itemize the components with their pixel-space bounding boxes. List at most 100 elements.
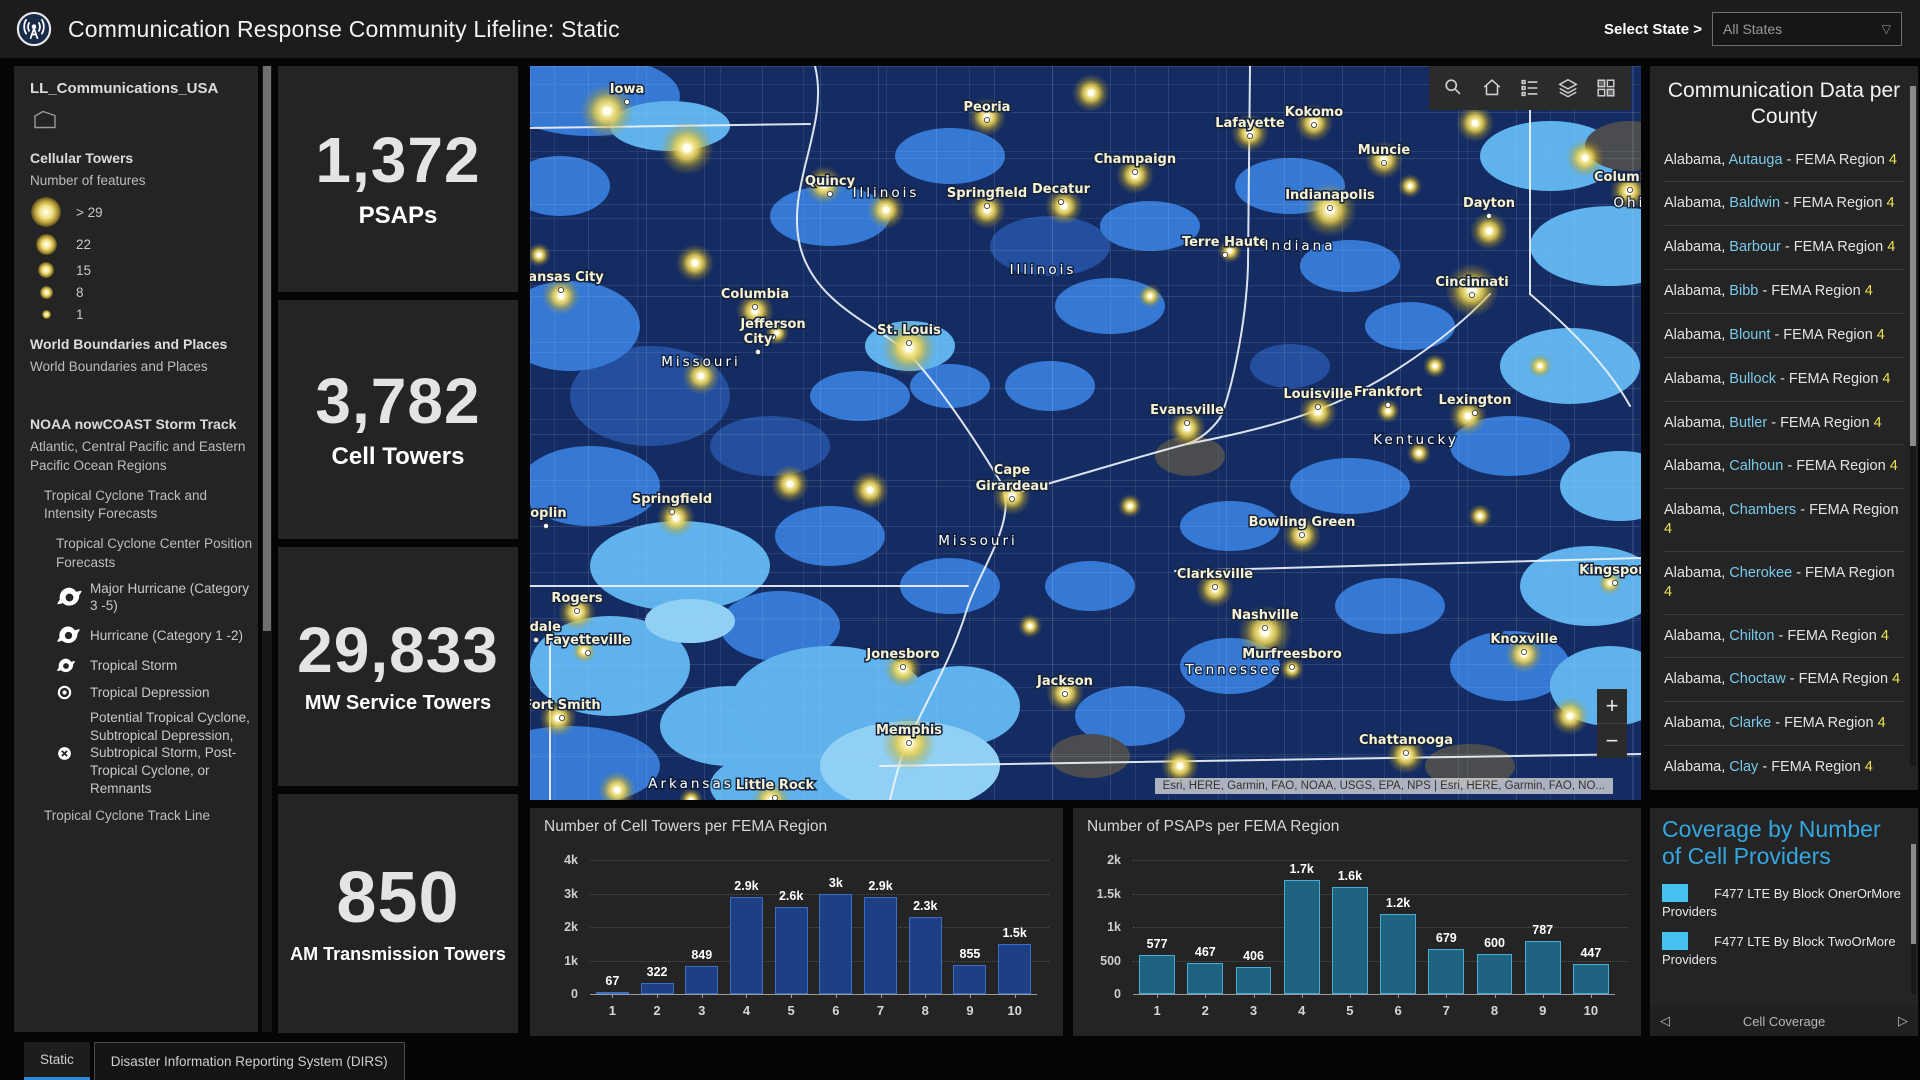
- county-row[interactable]: Alabama, Choctaw - FEMA Region 4: [1664, 657, 1904, 701]
- bar-region-4[interactable]: [730, 897, 763, 994]
- bar-region-5[interactable]: [1332, 887, 1368, 994]
- zoom-out-button[interactable]: −: [1597, 724, 1627, 758]
- coverage-scrollbar[interactable]: [1911, 844, 1916, 994]
- state-dropdown-value: All States: [1723, 21, 1782, 37]
- x-axis-tick: [1254, 994, 1255, 998]
- tab-static[interactable]: Static: [24, 1042, 90, 1080]
- x-axis-tick: [702, 994, 703, 998]
- city-marker: [1299, 532, 1304, 537]
- county-row[interactable]: Alabama, Baldwin - FEMA Region 4: [1664, 181, 1904, 225]
- bar-region-5[interactable]: [775, 907, 808, 994]
- cell-towers-chart-title: Number of Cell Towers per FEMA Region: [544, 818, 1049, 836]
- city-label: Indianapolis: [1285, 188, 1375, 203]
- state-dropdown[interactable]: All States ▽: [1712, 12, 1902, 46]
- county-row[interactable]: Alabama, Bullock - FEMA Region 4: [1664, 357, 1904, 401]
- layers-icon[interactable]: [1551, 71, 1585, 105]
- bar-region-9[interactable]: [953, 965, 986, 994]
- bar-region-7[interactable]: [1428, 949, 1464, 994]
- city-label: Clarksville: [1177, 567, 1253, 582]
- map-attribution: Esri, HERE, Garmin, FAO, NOAA, USGS, EPA…: [1155, 778, 1613, 794]
- home-icon[interactable]: [1475, 71, 1509, 105]
- bar-value-label: 406: [1243, 949, 1264, 963]
- bar-region-7[interactable]: [864, 897, 897, 994]
- city-label: Joplin: [530, 506, 567, 521]
- county-list-scrollbar-thumb[interactable]: [1910, 86, 1916, 446]
- noaa-legend-label: Potential Tropical Cyclone, Subtropical …: [90, 709, 258, 797]
- bar-region-6[interactable]: [1380, 914, 1416, 994]
- bar-region-3[interactable]: [685, 966, 718, 994]
- bar-region-10[interactable]: [998, 944, 1031, 994]
- county-row[interactable]: Alabama, Autauga - FEMA Region 4: [1664, 139, 1904, 182]
- sidebar-scrollbar-thumb[interactable]: [263, 66, 271, 631]
- county-list-scrollbar[interactable]: [1910, 86, 1916, 766]
- psaps-label: PSAPs: [359, 202, 438, 230]
- county-row[interactable]: Alabama, Blount - FEMA Region 4: [1664, 313, 1904, 357]
- city-label: Evansville: [1150, 403, 1224, 418]
- legend-icon[interactable]: [1513, 71, 1547, 105]
- search-icon[interactable]: [1437, 71, 1471, 105]
- city-marker: [1247, 133, 1252, 138]
- city-label: Lexington: [1439, 393, 1512, 408]
- psap-cluster-core: [692, 260, 698, 266]
- bar-region-9[interactable]: [1525, 941, 1561, 994]
- zoom-in-button[interactable]: +: [1597, 689, 1627, 724]
- bar-region-6[interactable]: [819, 894, 852, 995]
- county-row-fema-region: 4: [1882, 371, 1890, 387]
- tab-disaster-information-reporting-system-dirs[interactable]: Disaster Information Reporting System (D…: [94, 1042, 405, 1080]
- prev-arrow-icon[interactable]: ◁: [1660, 1013, 1670, 1029]
- bar-region-2[interactable]: [641, 983, 674, 994]
- county-row-fema-region: 4: [1865, 283, 1873, 299]
- sidebar-scrollbar[interactable]: [262, 66, 272, 1032]
- noaa-center-position-label: Tropical Cyclone Center Position Forecas…: [56, 535, 258, 571]
- city-marker: [1058, 199, 1063, 204]
- x-axis-label: 7: [1443, 1003, 1450, 1018]
- county-row-name: Clarke: [1729, 715, 1771, 731]
- bar-region-4[interactable]: [1284, 880, 1320, 994]
- county-row[interactable]: Alabama, Cherokee - FEMA Region 4: [1664, 551, 1904, 614]
- basemap-icon[interactable]: [1589, 71, 1623, 105]
- county-row[interactable]: Alabama, Butler - FEMA Region 4: [1664, 401, 1904, 445]
- next-arrow-icon[interactable]: ▷: [1898, 1013, 1908, 1029]
- city-label: Peoria: [964, 100, 1011, 115]
- bar-region-10[interactable]: [1573, 964, 1609, 994]
- psap-cluster-core: [1088, 90, 1094, 96]
- county-row-state: Alabama,: [1664, 415, 1729, 431]
- county-row-fema-text: - FEMA Region: [1758, 283, 1864, 299]
- x-axis-tick: [925, 994, 926, 998]
- county-row-fema-region: 4: [1889, 152, 1897, 168]
- bar-region-1[interactable]: [1139, 955, 1175, 994]
- bar-region-8[interactable]: [909, 917, 942, 994]
- county-row[interactable]: Alabama, Barbour - FEMA Region 4: [1664, 225, 1904, 269]
- coverage-scrollbar-thumb[interactable]: [1911, 844, 1916, 944]
- county-row[interactable]: Alabama, Calhoun - FEMA Region 4: [1664, 444, 1904, 488]
- bar-region-3[interactable]: [1236, 967, 1272, 994]
- city-label: Girardeau: [976, 479, 1049, 494]
- noaa-legend-item: Tropical Depression: [56, 684, 258, 702]
- city-marker: [1315, 404, 1320, 409]
- county-row[interactable]: Alabama, Chilton - FEMA Region 4: [1664, 614, 1904, 658]
- x-axis-label: 1: [1153, 1003, 1160, 1018]
- county-row-name: Baldwin: [1729, 195, 1780, 211]
- map-view[interactable]: IowaPeoriaLafayetteKokomoMuncieColumbusC…: [530, 66, 1641, 800]
- county-panel-title: Communication Data per County: [1664, 78, 1904, 131]
- bar-region-8[interactable]: [1477, 954, 1513, 994]
- city-label: Iowa: [610, 82, 645, 97]
- county-row[interactable]: Alabama, Chambers - FEMA Region 4: [1664, 488, 1904, 551]
- county-row[interactable]: Alabama, Bibb - FEMA Region 4: [1664, 269, 1904, 313]
- bar-region-2[interactable]: [1187, 963, 1223, 994]
- city-label: Jefferson: [739, 317, 805, 332]
- noaa-legend-label: Major Hurricane (Category 3 -5): [90, 580, 258, 615]
- bar-value-label: 322: [647, 965, 668, 979]
- x-axis-label: 5: [788, 1003, 795, 1018]
- county-row-name: Bibb: [1729, 283, 1758, 299]
- city-label: Terre Haute: [1182, 235, 1268, 250]
- x-axis-label: 6: [832, 1003, 839, 1018]
- hurricane-icon: [56, 623, 90, 648]
- city-label: Champaign: [1094, 152, 1176, 167]
- county-row[interactable]: Alabama, Clay - FEMA Region 4: [1664, 745, 1904, 789]
- noaa-regions-label: Atlantic, Central Pacific and Eastern Pa…: [30, 438, 258, 474]
- map-canvas[interactable]: IowaPeoriaLafayetteKokomoMuncieColumbusC…: [530, 66, 1641, 800]
- cell-towers-chart-panel: Number of Cell Towers per FEMA Region 01…: [530, 808, 1063, 1036]
- county-row[interactable]: Alabama, Clarke - FEMA Region 4: [1664, 701, 1904, 745]
- coverage-legend: F477 LTE By Block OnerOrMore ProvidersF4…: [1662, 884, 1906, 968]
